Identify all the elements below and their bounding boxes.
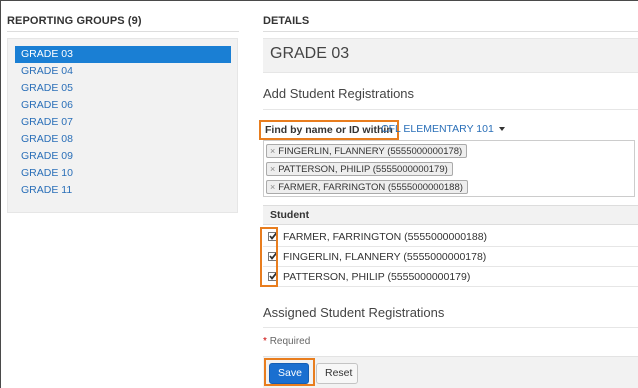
group-item-grade-10[interactable]: GRADE 10 [15, 165, 231, 182]
table-row: FINGERLIN, FLANNERY (5555000000178) [263, 247, 638, 267]
student-name: FINGERLIN, FLANNERY (5555000000178) [283, 251, 487, 263]
details-divider [263, 31, 638, 32]
student-table-header: Student [263, 205, 638, 225]
remove-tag-icon[interactable]: × [270, 164, 275, 174]
required-note: * Required [263, 336, 310, 347]
save-button[interactable]: Save [269, 363, 309, 384]
reporting-groups-title: REPORTING GROUPS (9) [7, 15, 142, 27]
tag-label: FINGERLIN, FLANNERY (5555000000178) [278, 146, 463, 157]
reporting-groups-list: GRADE 03 GRADE 04 GRADE 05 GRADE 06 GRAD… [15, 46, 231, 199]
student-name: PATTERSON, PHILIP (5555000000179) [283, 271, 471, 283]
group-item-grade-04[interactable]: GRADE 04 [15, 63, 231, 80]
tag-label: PATTERSON, PHILIP (5555000000179) [278, 164, 448, 175]
reset-button[interactable]: Reset [316, 363, 358, 384]
caret-down-icon [498, 127, 505, 132]
selected-student-tag: × PATTERSON, PHILIP (5555000000179) [266, 162, 453, 176]
table-row: PATTERSON, PHILIP (5555000000179) [263, 267, 638, 287]
checkmark-icon [269, 252, 278, 260]
student-checkbox[interactable] [268, 272, 278, 281]
frame-left-border [0, 0, 1, 388]
add-section-divider [263, 109, 638, 110]
tag-label: FARMER, FARRINGTON (5555000000188) [278, 182, 463, 193]
student-column-header: Student [270, 209, 310, 221]
group-item-grade-06[interactable]: GRADE 06 [15, 97, 231, 114]
school-select-label: CFL ELEMENTARY 101 [381, 123, 494, 135]
checkmark-icon [269, 272, 278, 280]
frame-top-border [0, 0, 638, 1]
assigned-registrations-heading: Assigned Student Registrations [263, 305, 445, 320]
find-label: Find by name or ID within [265, 124, 393, 136]
required-star: * [263, 336, 267, 347]
selected-student-tag: × FARMER, FARRINGTON (5555000000188) [266, 180, 468, 194]
checkmark-icon [269, 232, 278, 240]
remove-tag-icon[interactable]: × [270, 146, 275, 156]
student-checkbox[interactable] [268, 252, 278, 261]
group-item-grade-03[interactable]: GRADE 03 [15, 46, 231, 63]
required-text: Required [269, 336, 311, 347]
groups-divider [7, 31, 239, 32]
group-item-grade-09[interactable]: GRADE 09 [15, 148, 231, 165]
student-name: FARMER, FARRINGTON (5555000000188) [283, 231, 488, 243]
group-item-grade-08[interactable]: GRADE 08 [15, 131, 231, 148]
group-item-grade-05[interactable]: GRADE 05 [15, 80, 231, 97]
find-label-highlight: Find by name or ID within [259, 120, 399, 140]
school-select-dropdown[interactable]: CFL ELEMENTARY 101 [381, 123, 505, 135]
details-title: DETAILS [263, 15, 310, 27]
selected-student-tag: × FINGERLIN, FLANNERY (5555000000178) [266, 144, 468, 158]
assigned-section-divider [263, 327, 638, 328]
student-checkbox[interactable] [268, 232, 278, 241]
add-registrations-heading: Add Student Registrations [263, 86, 415, 101]
group-item-grade-07[interactable]: GRADE 07 [15, 114, 231, 131]
table-row: FARMER, FARRINGTON (5555000000188) [263, 227, 638, 247]
group-item-grade-11[interactable]: GRADE 11 [15, 182, 231, 199]
grade-heading: GRADE 03 [270, 45, 350, 62]
remove-tag-icon[interactable]: × [270, 182, 275, 192]
